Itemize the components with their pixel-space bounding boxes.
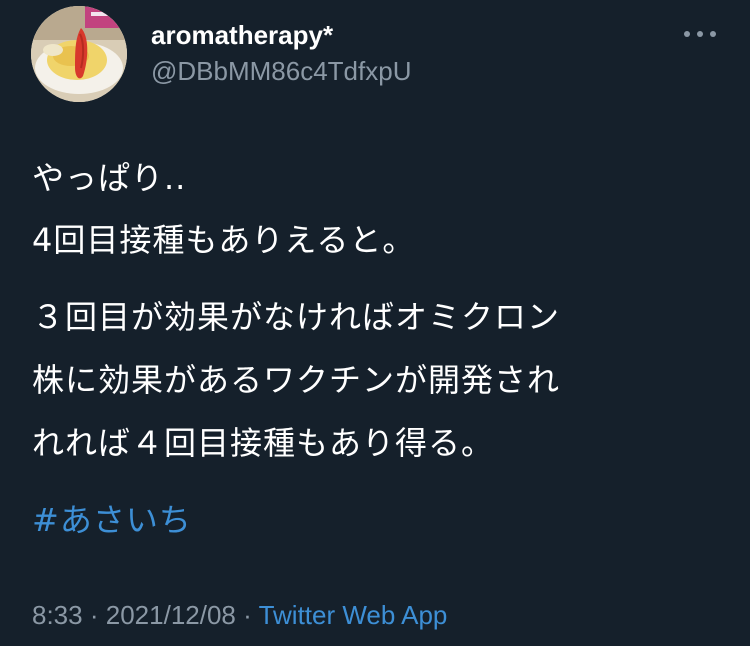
tweet-text-line: 4回目接種もありえると。 bbox=[32, 221, 416, 259]
more-horizontal-icon bbox=[684, 31, 716, 37]
omurice-photo-icon bbox=[31, 6, 127, 102]
user-handle[interactable]: @DBbMM86c4TdfxpU bbox=[151, 54, 411, 88]
source-app-link[interactable]: Twitter Web App bbox=[259, 600, 448, 630]
avatar[interactable] bbox=[31, 6, 127, 102]
more-options-button[interactable] bbox=[680, 22, 720, 46]
tweet-text-line: やっぱり.. bbox=[32, 159, 187, 197]
meta-separator: · bbox=[89, 600, 99, 630]
tweet-text-line: ３回目が効果がなければオミクロン bbox=[32, 298, 561, 336]
hashtag-link[interactable]: #あさいち bbox=[32, 500, 192, 540]
tweet-meta: 8:33 · 2021/12/08 · Twitter Web App bbox=[32, 598, 447, 632]
tweet-time[interactable]: 8:33 bbox=[32, 600, 83, 630]
tweet-date[interactable]: 2021/12/08 bbox=[106, 600, 236, 630]
tweet-text-line: 株に効果があるワクチンが開発され bbox=[32, 361, 561, 399]
meta-separator: · bbox=[243, 600, 252, 630]
tweet-text-line: れれば４回目接種もあり得る。 bbox=[32, 424, 495, 462]
display-name[interactable]: aromatherapy* bbox=[151, 18, 333, 52]
